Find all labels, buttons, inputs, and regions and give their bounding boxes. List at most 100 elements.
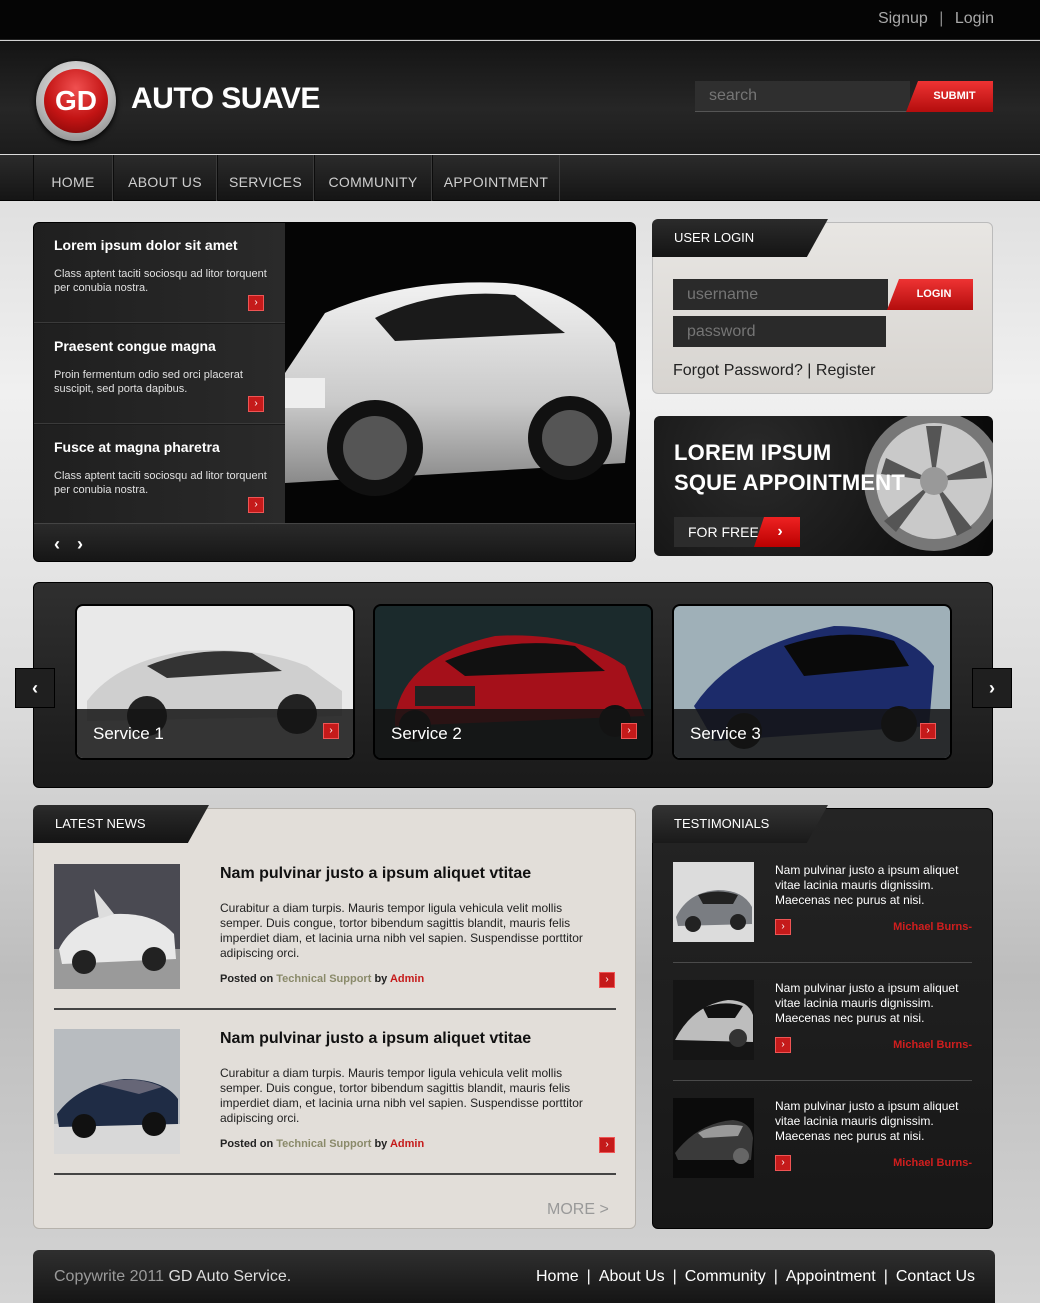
news-meta: Posted on Technical Support by Admin (220, 1138, 424, 1150)
service-card[interactable]: Service 2 › (373, 604, 653, 760)
appointment-title-line1: LOREM IPSUM (674, 440, 832, 465)
user-login-panel: USER LOGIN LOGIN Forgot Password? | Regi… (652, 219, 993, 394)
news-posted-on: Posted on (220, 1138, 274, 1150)
testimonials-panel: TESTIMONIALS Nam pulvinar justo a ipsum … (652, 805, 993, 1229)
footer-link-community[interactable]: Community (685, 1268, 766, 1285)
appointment-banner[interactable]: LOREM IPSUM SQUE APPOINTMENT FOR FREE › (654, 416, 993, 556)
slider-prev-next-icon[interactable]: ‹ › (54, 534, 89, 555)
service-card[interactable]: Service 1 › (75, 604, 355, 760)
news-author-link[interactable]: Admin (390, 973, 424, 985)
news-posted-on: Posted on (220, 973, 274, 985)
divider (54, 1173, 616, 1175)
forgot-password-link[interactable]: Forgot Password? (673, 362, 803, 379)
login-link[interactable]: Login (955, 10, 994, 27)
service-caption: Service 2 (375, 709, 651, 758)
arrow-right-icon[interactable]: › (775, 919, 791, 935)
service-card[interactable]: Service 3 › (672, 604, 952, 760)
username-input[interactable] (673, 279, 888, 310)
news-image[interactable] (54, 1029, 180, 1154)
arrow-right-icon[interactable]: › (920, 723, 936, 739)
slide-text: Class aptent taciti sociosqu ad litor to… (54, 470, 267, 496)
testimonial-author[interactable]: Michael Burns- (893, 1157, 972, 1169)
slide-item[interactable]: Fusce at magna pharetra Class aptent tac… (34, 425, 285, 523)
testimonial-image (673, 862, 754, 942)
news-title[interactable]: Nam pulvinar justo a ipsum aliquet vtita… (220, 865, 531, 883)
slide-item[interactable]: Praesent congue magna Proin fermentum od… (34, 324, 285, 424)
top-links-separator: | (939, 10, 944, 27)
footer-link-about-us[interactable]: About Us (599, 1268, 665, 1285)
nav-appointment[interactable]: APPOINTMENT (432, 155, 560, 201)
copyright: Copywrite 2011 GD Auto Service. (54, 1268, 291, 1286)
slider-controls: ‹ › (34, 523, 635, 561)
copyright-prefix: Copywrite 2011 (54, 1268, 164, 1285)
carousel-prev-icon[interactable]: ‹ (15, 668, 55, 708)
testimonial-text: Nam pulvinar justo a ipsum aliquet vitae… (775, 1099, 959, 1143)
footer: Copywrite 2011 GD Auto Service. Home | Abo… (33, 1250, 995, 1303)
news-image[interactable] (54, 864, 180, 989)
testimonial-text: Nam pulvinar justo a ipsum aliquet vitae… (775, 981, 959, 1025)
login-button[interactable]: LOGIN (887, 279, 973, 310)
slide-title: Praesent congue magna (54, 338, 216, 354)
nav-about-us[interactable]: ABOUT US (113, 155, 217, 201)
featured-slider: Lorem ipsum dolor sit amet Class aptent … (33, 222, 636, 562)
latest-news-panel: LATEST NEWS Nam pulvinar justo a ipsum a… (33, 805, 636, 1229)
arrow-right-icon[interactable]: › (248, 396, 264, 412)
password-input[interactable] (673, 316, 886, 347)
service-caption: Service 3 (674, 709, 950, 758)
arrow-right-icon[interactable]: › (599, 972, 615, 988)
login-links-separator: | (807, 362, 812, 379)
logo[interactable]: GD (36, 61, 116, 141)
more-link[interactable]: MORE > (547, 1201, 609, 1219)
arrow-right-icon[interactable]: › (323, 723, 339, 739)
brand-name: AUTO SUAVE (131, 82, 320, 115)
appointment-title: LOREM IPSUM SQUE APPOINTMENT (674, 438, 905, 498)
news-title[interactable]: Nam pulvinar justo a ipsum aliquet vtita… (220, 1030, 531, 1048)
news-meta: Posted on Technical Support by Admin (220, 973, 424, 985)
arrow-right-icon[interactable]: › (599, 1137, 615, 1153)
testimonial-author[interactable]: Michael Burns- (893, 921, 972, 933)
divider (54, 1008, 616, 1010)
featured-car-image (285, 223, 635, 523)
search-submit-button[interactable]: SUBMIT (906, 81, 993, 112)
divider (673, 962, 972, 963)
slide-text: Class aptent taciti sociosqu ad litor to… (54, 268, 267, 294)
slide-title: Fusce at magna pharetra (54, 439, 220, 455)
arrow-right-icon[interactable]: › (775, 1037, 791, 1053)
news-text: Curabitur a diam turpis. Mauris tempor l… (220, 901, 583, 960)
news-by: by (374, 1138, 388, 1150)
arrow-right-icon[interactable]: › (621, 723, 637, 739)
nav-services[interactable]: SERVICES (217, 155, 314, 201)
top-links: Signup | Login (878, 10, 994, 28)
footer-links: Home | About Us | Community | Appointment | Cont… (535, 1268, 975, 1285)
user-login-heading: USER LOGIN (652, 219, 828, 257)
news-by: by (374, 973, 388, 985)
latest-news-heading: LATEST NEWS (33, 805, 209, 843)
copyright-brand: GD Auto Service. (168, 1268, 292, 1285)
logo-badge-text: GD (44, 69, 108, 133)
slide-title: Lorem ipsum dolor sit amet (54, 237, 238, 253)
testimonial-text: Nam pulvinar justo a ipsum aliquet vitae… (775, 863, 959, 907)
testimonial-image (673, 1098, 754, 1178)
divider (673, 1080, 972, 1081)
login-links: Forgot Password? | Register (673, 362, 875, 380)
arrow-right-icon[interactable]: › (248, 497, 264, 513)
news-text: Curabitur a diam turpis. Mauris tempor l… (220, 1066, 583, 1125)
carousel-next-icon[interactable]: › (972, 668, 1012, 708)
register-link[interactable]: Register (816, 362, 876, 379)
testimonial-author[interactable]: Michael Burns- (893, 1039, 972, 1051)
slide-item[interactable]: Lorem ipsum dolor sit amet Class aptent … (34, 223, 285, 323)
testimonial-image (673, 980, 754, 1060)
testimonials-heading: TESTIMONIALS (652, 805, 828, 843)
search-input[interactable] (695, 81, 910, 112)
nav-home[interactable]: HOME (33, 155, 113, 201)
signup-link[interactable]: Signup (878, 10, 928, 27)
arrow-right-icon[interactable]: › (248, 295, 264, 311)
footer-link-appointment[interactable]: Appointment (786, 1268, 876, 1285)
news-category-link[interactable]: Technical Support (276, 973, 371, 985)
footer-link-contact-us[interactable]: Contact Us (896, 1268, 975, 1285)
footer-link-home[interactable]: Home (536, 1268, 579, 1285)
news-category-link[interactable]: Technical Support (276, 1138, 371, 1150)
nav-community[interactable]: COMMUNITY (314, 155, 432, 201)
news-author-link[interactable]: Admin (390, 1138, 424, 1150)
arrow-right-icon[interactable]: › (775, 1155, 791, 1171)
